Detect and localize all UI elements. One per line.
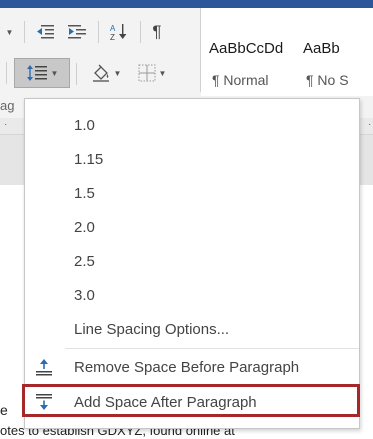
- line-spacing-2-0[interactable]: 2.0: [25, 211, 359, 243]
- remove-space-before-paragraph[interactable]: Remove Space Before Paragraph: [25, 351, 359, 383]
- chevron-down-icon: ▼: [50, 68, 59, 78]
- paint-bucket-icon: [92, 64, 109, 82]
- borders-button[interactable]: ▼: [132, 61, 172, 85]
- menu-item-label: 2.5: [74, 252, 95, 270]
- ribbon-separator: [98, 21, 99, 43]
- menu-item-label: Line Spacing Options...: [74, 320, 230, 338]
- ribbon-separator-left: [2, 61, 10, 85]
- line-spacing-1-0[interactable]: 1.0: [25, 109, 359, 141]
- svg-text:Z: Z: [110, 33, 115, 41]
- style-no-spacing[interactable]: AaBb ¶ No S: [295, 8, 373, 96]
- line-spacing-2-5[interactable]: 2.5: [25, 245, 359, 277]
- line-spacing-menu: 1.0 1.15 1.5 2.0 2.5 3.0 Line Spacing Op…: [24, 98, 360, 429]
- menu-item-label: 3.0: [74, 286, 95, 304]
- pilcrow-icon: ¶: [152, 22, 162, 41]
- list-dropdown-arrow[interactable]: ▼: [2, 20, 14, 44]
- show-formatting-button[interactable]: ¶: [148, 20, 166, 44]
- shading-button[interactable]: ▼: [86, 61, 126, 85]
- decrease-indent-icon: [37, 25, 54, 39]
- title-bar-strip: [0, 0, 373, 8]
- chevron-down-icon: ▼: [158, 68, 167, 78]
- menu-item-label: 2.0: [74, 218, 95, 236]
- document-text-fragment: e: [0, 402, 8, 418]
- decrease-indent-button[interactable]: [34, 20, 56, 44]
- style-name-label: ¶ Normal: [212, 72, 269, 88]
- menu-item-label: Add Space After Paragraph: [74, 393, 257, 411]
- styles-gallery: AaBbCcDd ¶ Normal AaBb ¶ No S: [201, 8, 373, 96]
- remove-space-before-icon: [36, 359, 52, 376]
- paragraph-group-label: ag: [0, 98, 15, 113]
- sort-button[interactable]: A Z: [108, 20, 130, 44]
- increase-indent-icon: [68, 25, 86, 39]
- chevron-down-icon: ▼: [113, 68, 122, 78]
- menu-item-label: 1.15: [74, 150, 104, 168]
- menu-separator: [65, 348, 359, 349]
- add-space-after-paragraph[interactable]: Add Space After Paragraph: [25, 386, 359, 418]
- line-spacing-1-5[interactable]: 1.5: [25, 177, 359, 209]
- line-spacing-1-15[interactable]: 1.15: [25, 143, 359, 175]
- ribbon-separator: [140, 21, 141, 43]
- chevron-down-icon: ▼: [5, 27, 14, 37]
- sort-az-icon: A Z: [110, 24, 127, 41]
- ribbon-separator: [76, 63, 77, 85]
- ruler-tick: ·: [368, 119, 372, 130]
- line-spacing-button[interactable]: ▼: [14, 58, 70, 88]
- line-spacing-options[interactable]: Line Spacing Options...: [25, 313, 359, 345]
- borders-icon: [138, 64, 156, 82]
- ruler-tick: ·: [4, 119, 8, 130]
- style-name-label: ¶ No S: [306, 72, 349, 88]
- menu-item-label: Remove Space Before Paragraph: [74, 358, 300, 376]
- style-sample-text: AaBbCcDd: [209, 40, 284, 57]
- menu-item-label: 1.0: [74, 116, 95, 134]
- ribbon-separator: [24, 21, 25, 43]
- svg-text:A: A: [110, 24, 116, 33]
- menu-item-label: 1.5: [74, 184, 95, 202]
- style-sample-text: AaBb: [303, 40, 340, 57]
- add-space-after-icon: [36, 394, 52, 410]
- style-normal[interactable]: AaBbCcDd ¶ Normal: [201, 8, 295, 96]
- line-spacing-icon: [26, 65, 47, 81]
- line-spacing-3-0[interactable]: 3.0: [25, 279, 359, 311]
- increase-indent-button[interactable]: [66, 20, 88, 44]
